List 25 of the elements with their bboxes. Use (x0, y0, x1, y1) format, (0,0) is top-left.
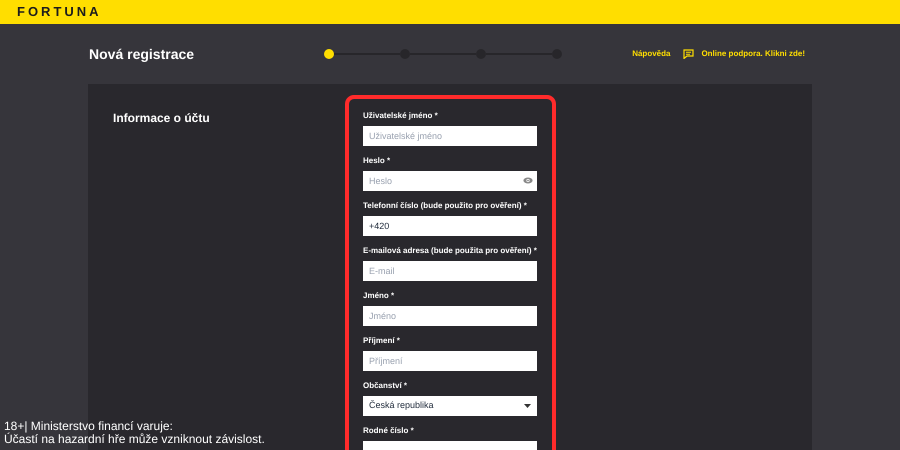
country-dropdown[interactable]: Česká republika (363, 396, 537, 416)
input-field[interactable]: Jméno (363, 306, 537, 326)
warning-text: 18+| Ministerstvo financí varuje: (4, 420, 174, 433)
support-link[interactable]: Online podpora. Klikni zde! (701, 48, 805, 60)
logo[interactable]: FORTUNA (17, 2, 102, 22)
page-title: Nová registrace (89, 44, 196, 64)
chat-icon[interactable] (683, 49, 694, 59)
eye-icon[interactable] (523, 177, 533, 184)
help-link[interactable]: Nápověda (632, 48, 670, 60)
warning-text: Účastí na hazardní hře může vzniknout závislost. (4, 433, 265, 446)
input-field[interactable]: Uživatelské jméno (363, 126, 537, 146)
input-field[interactable]: E-mail (363, 261, 537, 281)
field-label: Uživatelské jméno * (363, 111, 439, 121)
section-title: Informace o účtu (113, 110, 211, 127)
input-field[interactable]: +420 (363, 216, 537, 236)
input-field[interactable]: Příjmení (363, 351, 537, 371)
field-label: Jméno * (363, 291, 396, 301)
field-label: Rodné číslo * (363, 426, 415, 436)
field-label: Heslo * (363, 156, 392, 166)
field-label: Příjmení * (363, 336, 401, 346)
field-label: E-mailová adresa (bude použita pro ověření) * (363, 246, 538, 256)
field-label: Telefonní číslo (bude použito pro ověření) * (363, 201, 528, 211)
password-field[interactable]: Heslo (363, 171, 537, 191)
caret-icon (524, 404, 531, 408)
field-label: Občanství * (363, 381, 408, 391)
